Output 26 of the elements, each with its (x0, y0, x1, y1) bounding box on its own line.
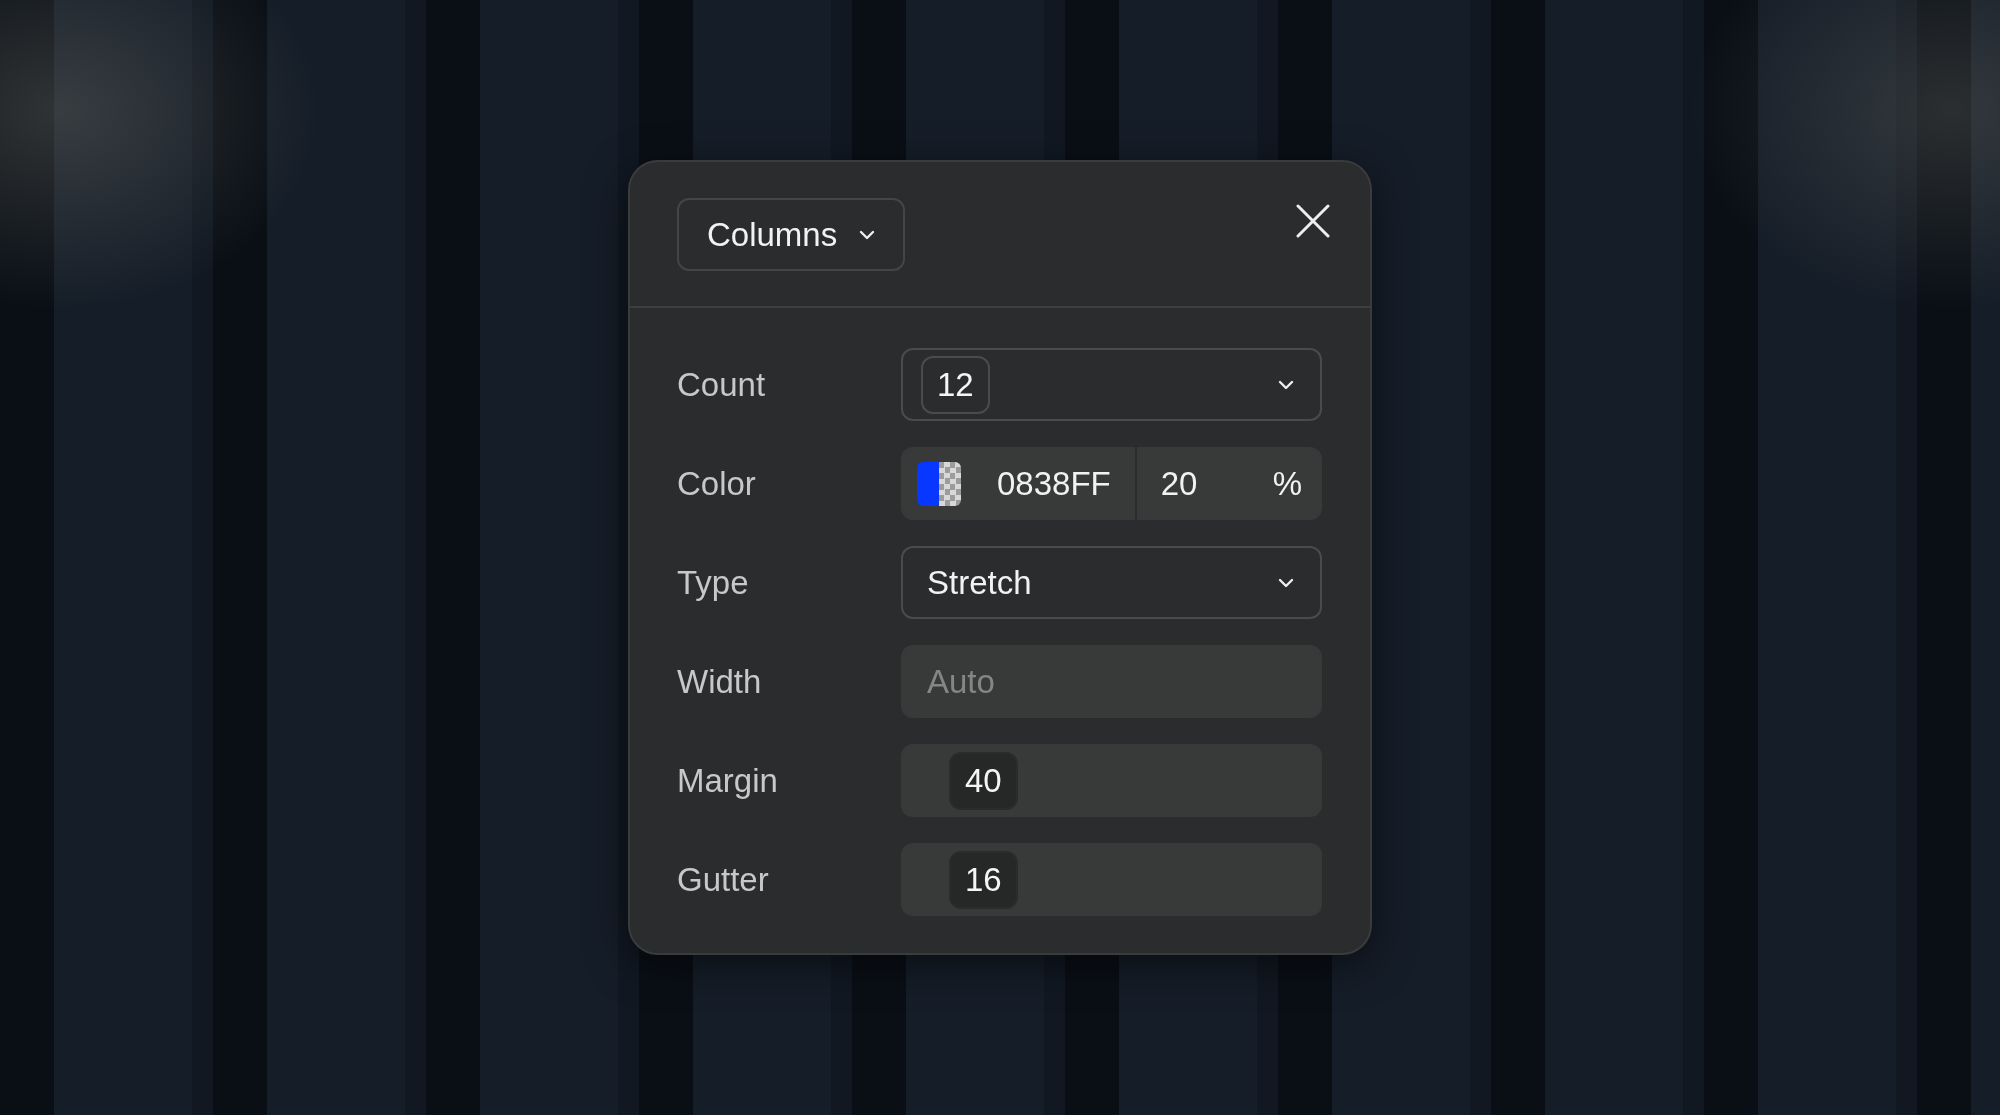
color-field[interactable]: 0838FF 20 % (901, 447, 1322, 520)
select-value: Stretch (927, 563, 1032, 602)
type-select[interactable]: Stretch (901, 546, 1322, 619)
opacity-value: 20 (1160, 464, 1198, 503)
number-field[interactable]: 40 (901, 744, 1322, 817)
field-label: Count (677, 365, 767, 404)
field-label: Width (677, 662, 763, 701)
field-label: Margin (677, 761, 779, 800)
chevron-down-icon (859, 229, 876, 240)
close-button[interactable] (1296, 204, 1330, 238)
width-field[interactable]: Auto (901, 645, 1322, 718)
value-chip: 16 (949, 850, 1018, 909)
number-field[interactable]: 16 (901, 843, 1322, 916)
chevron-down-icon (1278, 577, 1294, 588)
close-icon (1296, 204, 1330, 238)
value-chip: 40 (949, 751, 1018, 810)
field-label: Type (677, 563, 750, 602)
value-chip: 12 (921, 355, 990, 414)
field-label: Gutter (677, 860, 770, 899)
hex-value: 0838FF (997, 464, 1111, 503)
percent-unit: % (1272, 464, 1302, 503)
chevron-down-icon (1278, 379, 1294, 390)
color-swatch[interactable] (917, 461, 961, 506)
field-label: Color (677, 464, 757, 503)
count-select[interactable]: 12 (901, 348, 1322, 421)
layout-type-dropdown[interactable]: Columns (677, 198, 906, 271)
